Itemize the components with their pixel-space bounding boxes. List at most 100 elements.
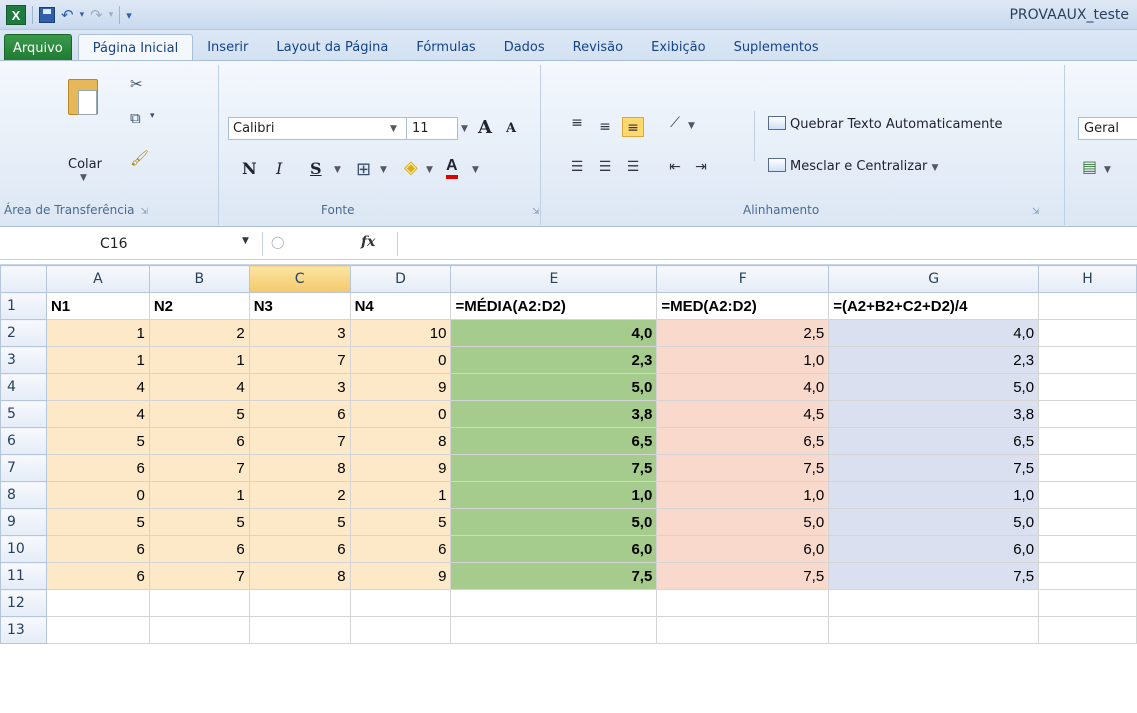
cell-g7[interactable]: 7,5	[828, 454, 1040, 482]
cell-b8[interactable]: 1	[148, 481, 250, 509]
cell-h8[interactable]	[1038, 481, 1137, 509]
row-header[interactable]: 10	[0, 535, 47, 563]
align-center-icon[interactable]: ☰	[594, 157, 616, 177]
currency-dropdown-icon[interactable]: ▼	[1104, 165, 1111, 175]
tab-revisao[interactable]: Revisão	[559, 34, 637, 61]
merge-center-button[interactable]: Mesclar e Centralizar ▼	[768, 158, 938, 174]
cell-a5[interactable]: 4	[45, 400, 150, 428]
cell-h6[interactable]	[1038, 427, 1137, 455]
cell-c10[interactable]: 6	[248, 535, 351, 563]
bold-button[interactable]: N	[242, 159, 257, 178]
cell-e13[interactable]	[450, 616, 658, 644]
cell-b2[interactable]: 2	[148, 319, 250, 347]
shrink-font-icon[interactable]: A	[506, 121, 516, 136]
column-header-b[interactable]: B	[148, 265, 250, 293]
borders-dropdown-icon[interactable]: ▼	[380, 165, 387, 175]
align-bottom-icon[interactable]: ≡	[622, 117, 644, 137]
cell-a10[interactable]: 6	[45, 535, 150, 563]
cell-g8[interactable]: 1,0	[828, 481, 1040, 509]
cell-c4[interactable]: 3	[248, 373, 351, 401]
cell-b4[interactable]: 4	[148, 373, 250, 401]
cell-d6[interactable]: 8	[349, 427, 452, 455]
cell-h11[interactable]	[1038, 562, 1137, 590]
paste-icon[interactable]	[68, 79, 98, 115]
cell-e1[interactable]: =MÉDIA(A2:D2)	[450, 292, 658, 320]
align-middle-icon[interactable]: ≡	[594, 117, 616, 137]
cell-c1[interactable]: N3	[248, 292, 351, 320]
underline-dropdown-icon[interactable]: ▼	[334, 165, 341, 175]
cell-c12[interactable]	[248, 589, 351, 617]
column-header-e[interactable]: E	[450, 265, 658, 293]
row-header[interactable]: 1	[0, 292, 47, 320]
cell-a4[interactable]: 4	[45, 373, 150, 401]
cell-a2[interactable]: 1	[45, 319, 150, 347]
cell-d1[interactable]: N4	[349, 292, 452, 320]
font-color-icon[interactable]: A	[446, 157, 458, 179]
column-header-f[interactable]: F	[656, 265, 830, 293]
cell-h9[interactable]	[1038, 508, 1137, 536]
row-header[interactable]: 9	[0, 508, 47, 536]
cell-d8[interactable]: 1	[349, 481, 452, 509]
tab-pagina-inicial[interactable]: Página Inicial	[77, 34, 194, 61]
font-size-select[interactable]: 11	[406, 117, 458, 140]
tab-formulas[interactable]: Fórmulas	[402, 34, 489, 61]
copy-dropdown-icon[interactable]: ▾	[150, 111, 155, 121]
cell-f4[interactable]: 4,0	[656, 373, 830, 401]
cell-d12[interactable]	[349, 589, 452, 617]
cell-d5[interactable]: 0	[349, 400, 452, 428]
cell-f7[interactable]: 7,5	[656, 454, 830, 482]
cell-g1[interactable]: =(A2+B2+C2+D2)/4	[828, 292, 1040, 320]
cell-d11[interactable]: 9	[349, 562, 452, 590]
cell-f8[interactable]: 1,0	[656, 481, 830, 509]
cell-f2[interactable]: 2,5	[656, 319, 830, 347]
cell-c13[interactable]	[248, 616, 351, 644]
row-header[interactable]: 6	[0, 427, 47, 455]
cell-f13[interactable]	[656, 616, 830, 644]
cell-d13[interactable]	[349, 616, 452, 644]
cell-f1[interactable]: =MED(A2:D2)	[656, 292, 830, 320]
cell-a6[interactable]: 5	[45, 427, 150, 455]
cell-h3[interactable]	[1038, 346, 1137, 374]
tab-arquivo[interactable]: Arquivo	[4, 34, 72, 61]
cell-g12[interactable]	[828, 589, 1040, 617]
tab-layout-da-pagina[interactable]: Layout da Página	[262, 34, 402, 61]
cell-d4[interactable]: 9	[349, 373, 452, 401]
cell-d3[interactable]: 0	[349, 346, 452, 374]
decrease-indent-icon[interactable]: ⇤	[664, 157, 686, 177]
cell-e3[interactable]: 2,3	[450, 346, 658, 374]
cell-d9[interactable]: 5	[349, 508, 452, 536]
tab-suplementos[interactable]: Suplementos	[720, 34, 833, 61]
cell-h5[interactable]	[1038, 400, 1137, 428]
paste-button[interactable]: Colar	[68, 157, 102, 172]
cell-c9[interactable]: 5	[248, 508, 351, 536]
font-size-dropdown-icon[interactable]: ▼	[461, 124, 468, 134]
wrap-text-button[interactable]: Quebrar Texto Automaticamente	[768, 116, 1003, 132]
row-header[interactable]: 3	[0, 346, 47, 374]
cell-e4[interactable]: 5,0	[450, 373, 658, 401]
column-header-c[interactable]: C	[248, 265, 351, 293]
cell-b3[interactable]: 1	[148, 346, 250, 374]
cell-g2[interactable]: 4,0	[828, 319, 1040, 347]
cell-f6[interactable]: 6,5	[656, 427, 830, 455]
cell-d2[interactable]: 10	[349, 319, 452, 347]
cell-g5[interactable]: 3,8	[828, 400, 1040, 428]
number-format-select[interactable]: Geral	[1078, 117, 1137, 140]
cell-h7[interactable]	[1038, 454, 1137, 482]
cell-e8[interactable]: 1,0	[450, 481, 658, 509]
cell-f12[interactable]	[656, 589, 830, 617]
cell-c3[interactable]: 7	[248, 346, 351, 374]
cell-b12[interactable]	[148, 589, 250, 617]
save-icon[interactable]	[39, 7, 55, 23]
cell-b6[interactable]: 6	[148, 427, 250, 455]
cell-a7[interactable]: 6	[45, 454, 150, 482]
cell-f11[interactable]: 7,5	[656, 562, 830, 590]
cell-b7[interactable]: 7	[148, 454, 250, 482]
cell-f5[interactable]: 4,5	[656, 400, 830, 428]
copy-icon[interactable]: ⧉	[130, 109, 141, 127]
merge-dropdown-icon[interactable]: ▼	[932, 163, 939, 173]
font-name-dropdown-icon[interactable]: ▼	[390, 124, 397, 134]
cell-e6[interactable]: 6,5	[450, 427, 658, 455]
cell-a11[interactable]: 6	[45, 562, 150, 590]
cell-b10[interactable]: 6	[148, 535, 250, 563]
cell-e12[interactable]	[450, 589, 658, 617]
